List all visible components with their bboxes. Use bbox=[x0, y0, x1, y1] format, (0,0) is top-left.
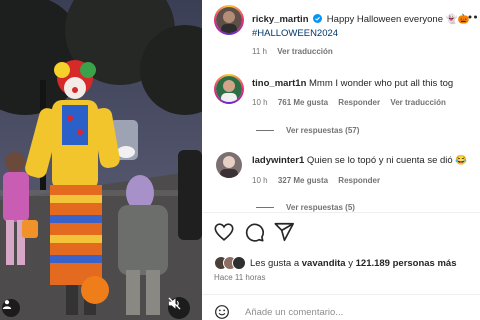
actions-divider bbox=[202, 212, 480, 213]
comment-reply-button[interactable]: Responder bbox=[338, 98, 380, 107]
author-avatar-ring[interactable] bbox=[214, 5, 244, 35]
likes-user[interactable]: vavandita bbox=[302, 258, 346, 269]
comment-line: ladywinter1 Quien se lo topó y ni cuenta… bbox=[252, 155, 467, 167]
author-avatar[interactable] bbox=[216, 7, 242, 33]
comment-avatar[interactable] bbox=[216, 152, 242, 178]
comment-likes[interactable]: 761 Me gusta bbox=[278, 98, 328, 107]
view-replies-label: Ver respuestas (57) bbox=[286, 126, 360, 135]
heart-icon[interactable] bbox=[213, 221, 235, 243]
add-comment-input[interactable]: Añade un comentario... bbox=[245, 307, 343, 318]
likes-middle: y bbox=[348, 257, 353, 269]
video-frame-illustration bbox=[0, 0, 202, 320]
likes-prefix: Les gusta a bbox=[250, 257, 300, 269]
view-replies-label: Ver respuestas (5) bbox=[286, 203, 355, 212]
comment-time: 10 h bbox=[252, 98, 268, 107]
likes-summary[interactable]: Les gusta a vavandita y 121.189 personas… bbox=[214, 255, 457, 271]
add-comment-bar: Añade un comentario... bbox=[202, 300, 480, 320]
comment-username[interactable]: ladywinter1 bbox=[252, 155, 304, 166]
post-media-video[interactable] bbox=[0, 0, 202, 320]
comment-avatar[interactable] bbox=[216, 76, 242, 102]
post-action-bar bbox=[202, 219, 480, 245]
comment-emoji: 😂 bbox=[455, 155, 468, 166]
mute-icon bbox=[168, 297, 181, 310]
caption-line: ricky_martin Happy Halloween everyone 👻🎃 bbox=[252, 14, 469, 26]
caption-hashtag[interactable]: #HALLOWEEN2024 bbox=[252, 28, 338, 40]
emoji-icon[interactable] bbox=[214, 304, 230, 320]
comment-reply-button[interactable]: Responder bbox=[338, 176, 380, 185]
replies-dash bbox=[256, 207, 274, 208]
comment-translate-link[interactable]: Ver traducción bbox=[390, 98, 446, 107]
comment-time: 10 h bbox=[252, 176, 268, 185]
mute-button[interactable] bbox=[168, 297, 190, 319]
comment-meta: 10 h 761 Me gusta Responder Ver traducci… bbox=[252, 98, 454, 108]
view-replies-button[interactable]: Ver respuestas (57) bbox=[256, 126, 359, 135]
post-time-ago: Hace 11 horas bbox=[214, 273, 266, 282]
replies-dash bbox=[256, 130, 274, 131]
comment-username[interactable]: tino_mart1n bbox=[252, 78, 306, 89]
caption-meta: 11 h Ver traducción bbox=[252, 47, 341, 57]
comment-text: Mmm I wonder who put all this tog bbox=[309, 78, 454, 89]
tag-user-icon bbox=[2, 300, 12, 309]
verified-badge-icon bbox=[313, 14, 323, 23]
comment-text: Quien se lo topó y ni cuenta se dió bbox=[306, 155, 453, 166]
comment-avatar-ring[interactable] bbox=[214, 74, 244, 104]
tag-user-button[interactable] bbox=[2, 299, 20, 317]
caption-translate-link[interactable]: Ver traducción bbox=[277, 47, 333, 56]
caption-text: Happy Halloween everyone bbox=[326, 14, 443, 25]
comment-meta: 10 h 327 Me gusta Responder bbox=[252, 176, 388, 186]
comment-icon[interactable] bbox=[243, 221, 265, 243]
caption-emojis: 👻🎃 bbox=[445, 14, 470, 25]
more-icon[interactable] bbox=[468, 15, 478, 19]
comment-box-divider bbox=[202, 294, 480, 295]
post-detail-panel: ricky_martin Happy Halloween everyone 👻🎃… bbox=[202, 0, 480, 320]
likes-count[interactable]: 121.189 personas más bbox=[356, 258, 457, 269]
comment-line: tino_mart1n Mmm I wonder who put all thi… bbox=[252, 78, 453, 90]
view-replies-button[interactable]: Ver respuestas (5) bbox=[256, 203, 355, 212]
caption-time: 11 h bbox=[252, 47, 267, 56]
liker-avatar bbox=[232, 256, 246, 270]
author-username[interactable]: ricky_martin bbox=[252, 14, 309, 25]
comment-likes[interactable]: 327 Me gusta bbox=[278, 176, 328, 185]
share-icon[interactable] bbox=[273, 221, 295, 243]
